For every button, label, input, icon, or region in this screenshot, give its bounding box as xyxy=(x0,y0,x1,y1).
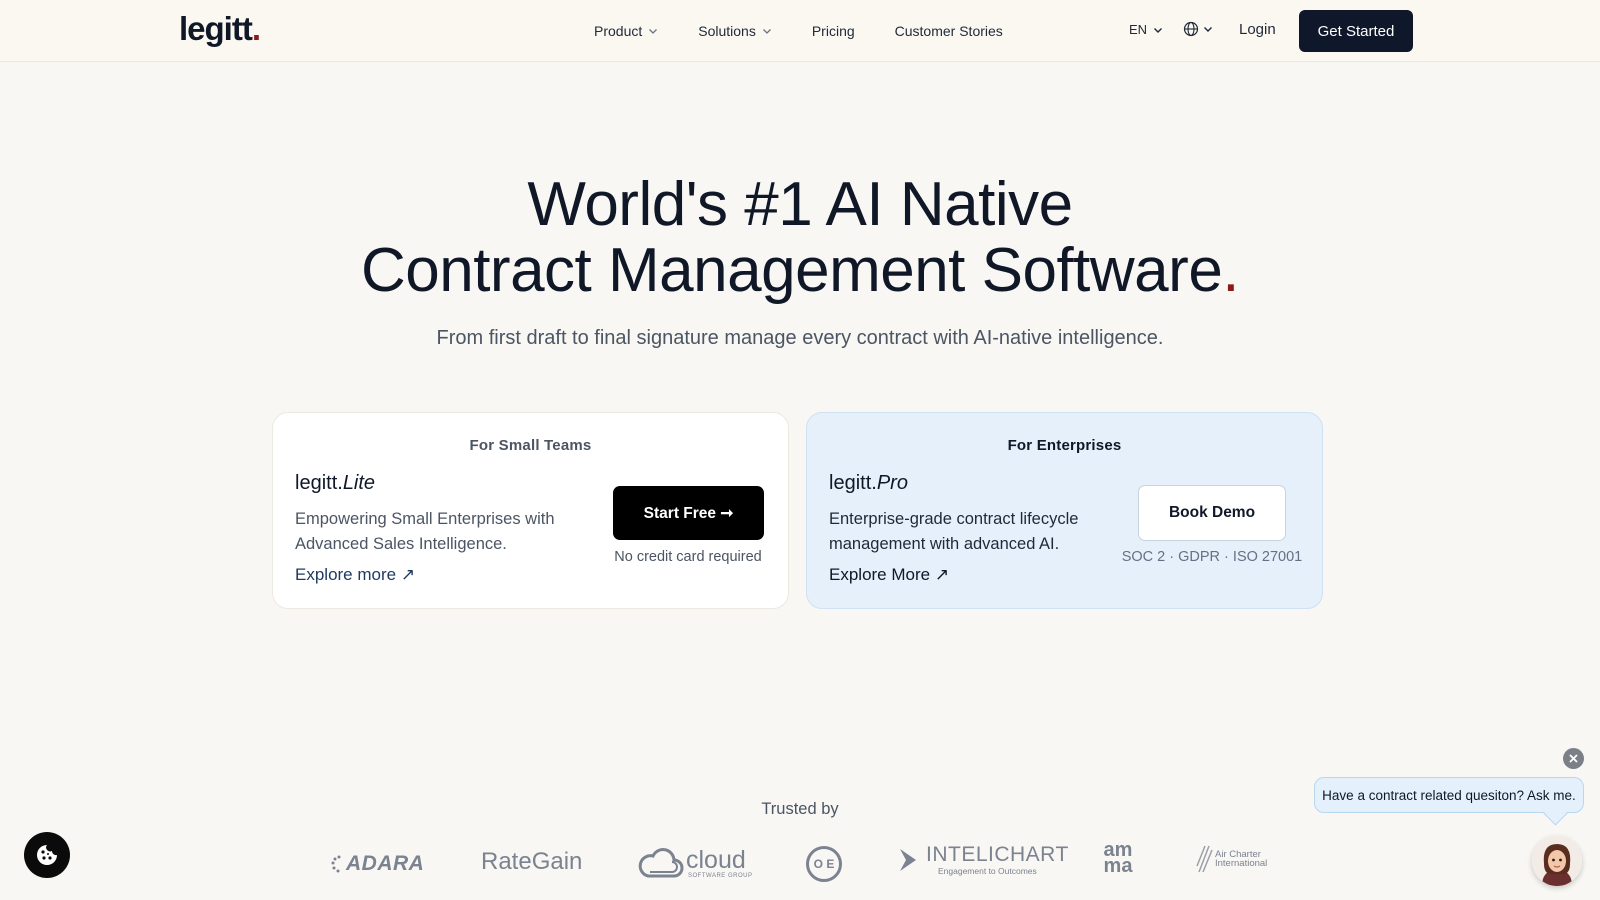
nav-customer-stories[interactable]: Customer Stories xyxy=(895,23,1003,39)
logo[interactable]: legitt. xyxy=(179,10,261,48)
client-logo-oe: O E xyxy=(806,846,842,882)
chevron-down-icon xyxy=(1154,27,1163,33)
nav-solutions-label: Solutions xyxy=(698,23,756,39)
pro-plan-card: For Enterprises legitt.Pro Enterprise-gr… xyxy=(806,412,1323,609)
logo-text: legitt xyxy=(179,10,253,47)
client-logos: ADARA RateGain cloud SOFTWARE GROUP O E … xyxy=(0,840,1600,888)
hero-subtitle: From first draft to final signature mana… xyxy=(436,327,1164,349)
client-logo-amma: am ma xyxy=(1100,839,1136,877)
lite-card-tag: For Small Teams xyxy=(469,437,592,454)
client-name: ADARA xyxy=(346,852,425,875)
pro-explore-link[interactable]: Explore More ↗ xyxy=(829,565,949,585)
login-link[interactable]: Login xyxy=(1239,21,1276,38)
nav-customer-stories-label: Customer Stories xyxy=(894,23,1003,39)
pro-brand-name: legitt. xyxy=(829,472,877,494)
pro-compliance-note: SOC 2 · GDPR · ISO 27001 xyxy=(1121,549,1303,565)
nav-product-label: Product xyxy=(594,23,643,39)
client-name: INTELICHART xyxy=(926,843,1069,866)
pro-brand: legitt.Pro xyxy=(829,472,908,495)
client-logo-rategain: RateGain xyxy=(481,848,582,876)
nav-links: Product Solutions Pricing Customer Stori… xyxy=(594,0,1043,62)
client-name: cloud xyxy=(686,845,746,874)
start-free-button[interactable]: Start Free ➞ xyxy=(613,486,764,540)
lite-plan-name: Lite xyxy=(342,472,376,494)
client-tagline: Engagement to Outcomes xyxy=(938,866,1037,876)
close-icon xyxy=(1569,754,1578,763)
globe-icon xyxy=(1183,21,1199,37)
client-logo-intelichart: INTELICHART Engagement to Outcomes xyxy=(898,844,1069,876)
client-name: Air Charter International xyxy=(1215,849,1268,869)
region-selector[interactable] xyxy=(1183,21,1213,37)
nav-solutions[interactable]: Solutions xyxy=(698,23,772,39)
nav-pricing-label: Pricing xyxy=(811,23,855,39)
assistant-avatar-icon xyxy=(1532,836,1582,886)
hero-title: World's #1 AI Native Contract Management… xyxy=(0,172,1600,304)
lite-plan-card: For Small Teams legitt.Lite Empowering S… xyxy=(272,412,789,609)
pro-card-tag: For Enterprises xyxy=(1007,437,1122,454)
chevron-down-icon xyxy=(1204,27,1212,32)
hero-title-line1: World's #1 AI Native xyxy=(527,170,1073,239)
client-name: RateGain xyxy=(481,848,583,875)
language-label: EN xyxy=(1129,22,1148,37)
close-chat-button[interactable] xyxy=(1563,748,1584,769)
cookie-icon xyxy=(37,845,57,865)
client-logo-cloud: cloud SOFTWARE GROUP xyxy=(636,844,752,882)
pro-description: Enterprise-grade contract lifecycle mana… xyxy=(829,510,1079,553)
get-started-button[interactable]: Get Started xyxy=(1299,10,1413,52)
cloud-icon xyxy=(638,848,684,878)
client-name: O E xyxy=(806,846,842,882)
client-logo-air-charter: Air Charter International xyxy=(1195,844,1271,874)
lite-explore-link[interactable]: Explore more ↗ xyxy=(295,565,415,585)
lite-brand-name: legitt. xyxy=(295,472,343,494)
language-selector[interactable]: EN xyxy=(1129,22,1163,37)
pro-plan-name: Pro xyxy=(876,472,908,494)
intelichart-arrow-icon xyxy=(900,848,916,871)
lite-description: Empowering Small Enterprises with Advanc… xyxy=(295,510,555,553)
top-nav: legitt. Product Solutions Pricing Custom… xyxy=(0,0,1600,62)
adara-mark-icon xyxy=(331,855,341,873)
air-charter-mark-icon xyxy=(1196,845,1213,873)
client-tagline: SOFTWARE GROUP xyxy=(688,872,753,879)
chevron-down-icon xyxy=(762,29,771,34)
cookie-settings-button[interactable] xyxy=(24,832,70,878)
lite-brand: legitt.Lite xyxy=(295,472,375,495)
lite-note: No credit card required xyxy=(614,549,762,565)
client-name: am ma xyxy=(1103,839,1133,877)
chevron-down-icon xyxy=(649,29,658,34)
nav-product[interactable]: Product xyxy=(594,23,658,39)
chat-assistant-avatar[interactable] xyxy=(1532,836,1582,886)
client-logo-adara: ADARA xyxy=(330,852,424,876)
hero-title-line2: Contract Management Software xyxy=(360,236,1223,305)
book-demo-button[interactable]: Book Demo xyxy=(1138,485,1286,541)
nav-pricing[interactable]: Pricing xyxy=(812,23,855,39)
hero-title-accent: . xyxy=(1222,236,1240,305)
logo-dot: . xyxy=(251,10,261,47)
chat-prompt-bubble[interactable]: Have a contract related quesiton? Ask me… xyxy=(1314,777,1584,813)
